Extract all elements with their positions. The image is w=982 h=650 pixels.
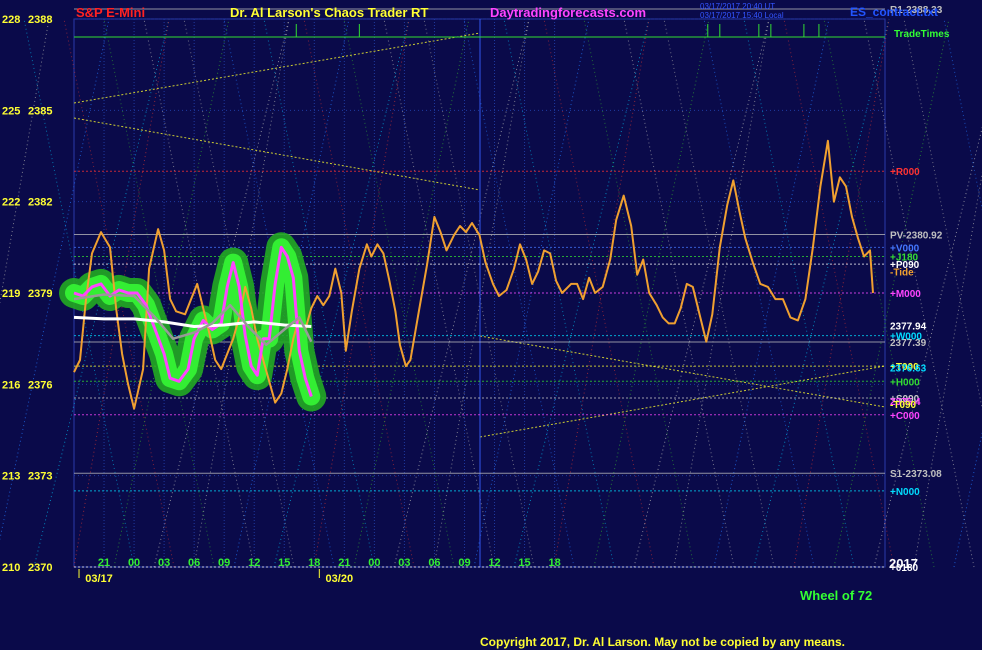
timestamp-local: 03/17/2017 15:40 Local [700,11,784,20]
y-tick-etf: 216 [2,379,20,391]
x-tick-label: 09 [218,557,230,569]
x-tick-label: 00 [128,557,140,569]
level-label: 2377.94 [890,321,927,332]
level-label: +N000 [890,487,920,498]
x-tick-label: 18 [548,557,560,569]
date-label: 03/17 [85,573,113,585]
year-label: 2017 [889,556,918,571]
level-label: S1-2373.08 [890,469,942,480]
x-tick-label: 15 [278,557,290,569]
level-label: +C000 [890,411,920,422]
x-tick-label: 06 [188,557,200,569]
x-tick-label: 12 [248,557,260,569]
product-title: Dr. Al Larson's Chaos Trader RT [230,5,428,20]
symbol-file: ES_contract.txt [850,5,938,19]
y-tick-etf: 228 [2,14,20,26]
y-tick-etf: 222 [2,197,20,209]
level-label: +H000 [890,377,920,388]
timestamp-ut: 03/17/2017 20:40 UT [700,2,775,11]
level-label: PV-2380.92 [890,231,943,242]
instrument-title: S&P E-Mini [76,5,145,20]
level-label: -Tide [890,268,914,279]
x-tick-label: 12 [488,557,500,569]
level-label: +M000 [890,289,921,300]
x-tick-label: 21 [98,557,110,569]
website-title: Daytradingforecasts.com [490,5,646,20]
y-tick-price: 2388 [28,14,52,26]
y-tick-price: 2370 [28,562,52,574]
x-tick-label: 15 [518,557,530,569]
level-label: -T090 [890,400,917,411]
y-tick-price: 2385 [28,105,52,117]
price-chart: 210 2370 213 2373 216 2376 219 2379 222 2382 225 23… [0,0,982,650]
y-tick-etf: 213 [2,471,20,483]
y-tick-price: 2376 [28,379,52,391]
level-label: 2376.63 [890,364,927,375]
date-label: 03/20 [326,573,354,585]
level-label: +R000 [890,167,920,178]
y-tick-price: 2379 [28,288,52,300]
wheel-label: Wheel of 72 [800,588,872,603]
x-tick-label: 18 [308,557,320,569]
chaos-trader-chart-window: 210 2370 213 2373 216 2376 219 2379 222 2382 225 23… [0,0,982,650]
x-tick-label: 03 [158,557,170,569]
level-label: +W000 [890,332,922,343]
y-tick-etf: 219 [2,288,20,300]
y-tick-etf: 225 [2,105,20,117]
copyright-text: Copyright 2017, Dr. Al Larson. May not b… [480,635,845,649]
x-tick-label: 06 [428,557,440,569]
y-tick-price: 2373 [28,471,52,483]
x-tick-label: 09 [458,557,470,569]
x-tick-label: 00 [368,557,380,569]
x-tick-label: 21 [338,557,350,569]
y-tick-etf: 210 [2,562,20,574]
trade-times-label: TradeTimes [894,29,950,40]
x-tick-label: 03 [398,557,410,569]
y-tick-price: 2382 [28,197,52,209]
